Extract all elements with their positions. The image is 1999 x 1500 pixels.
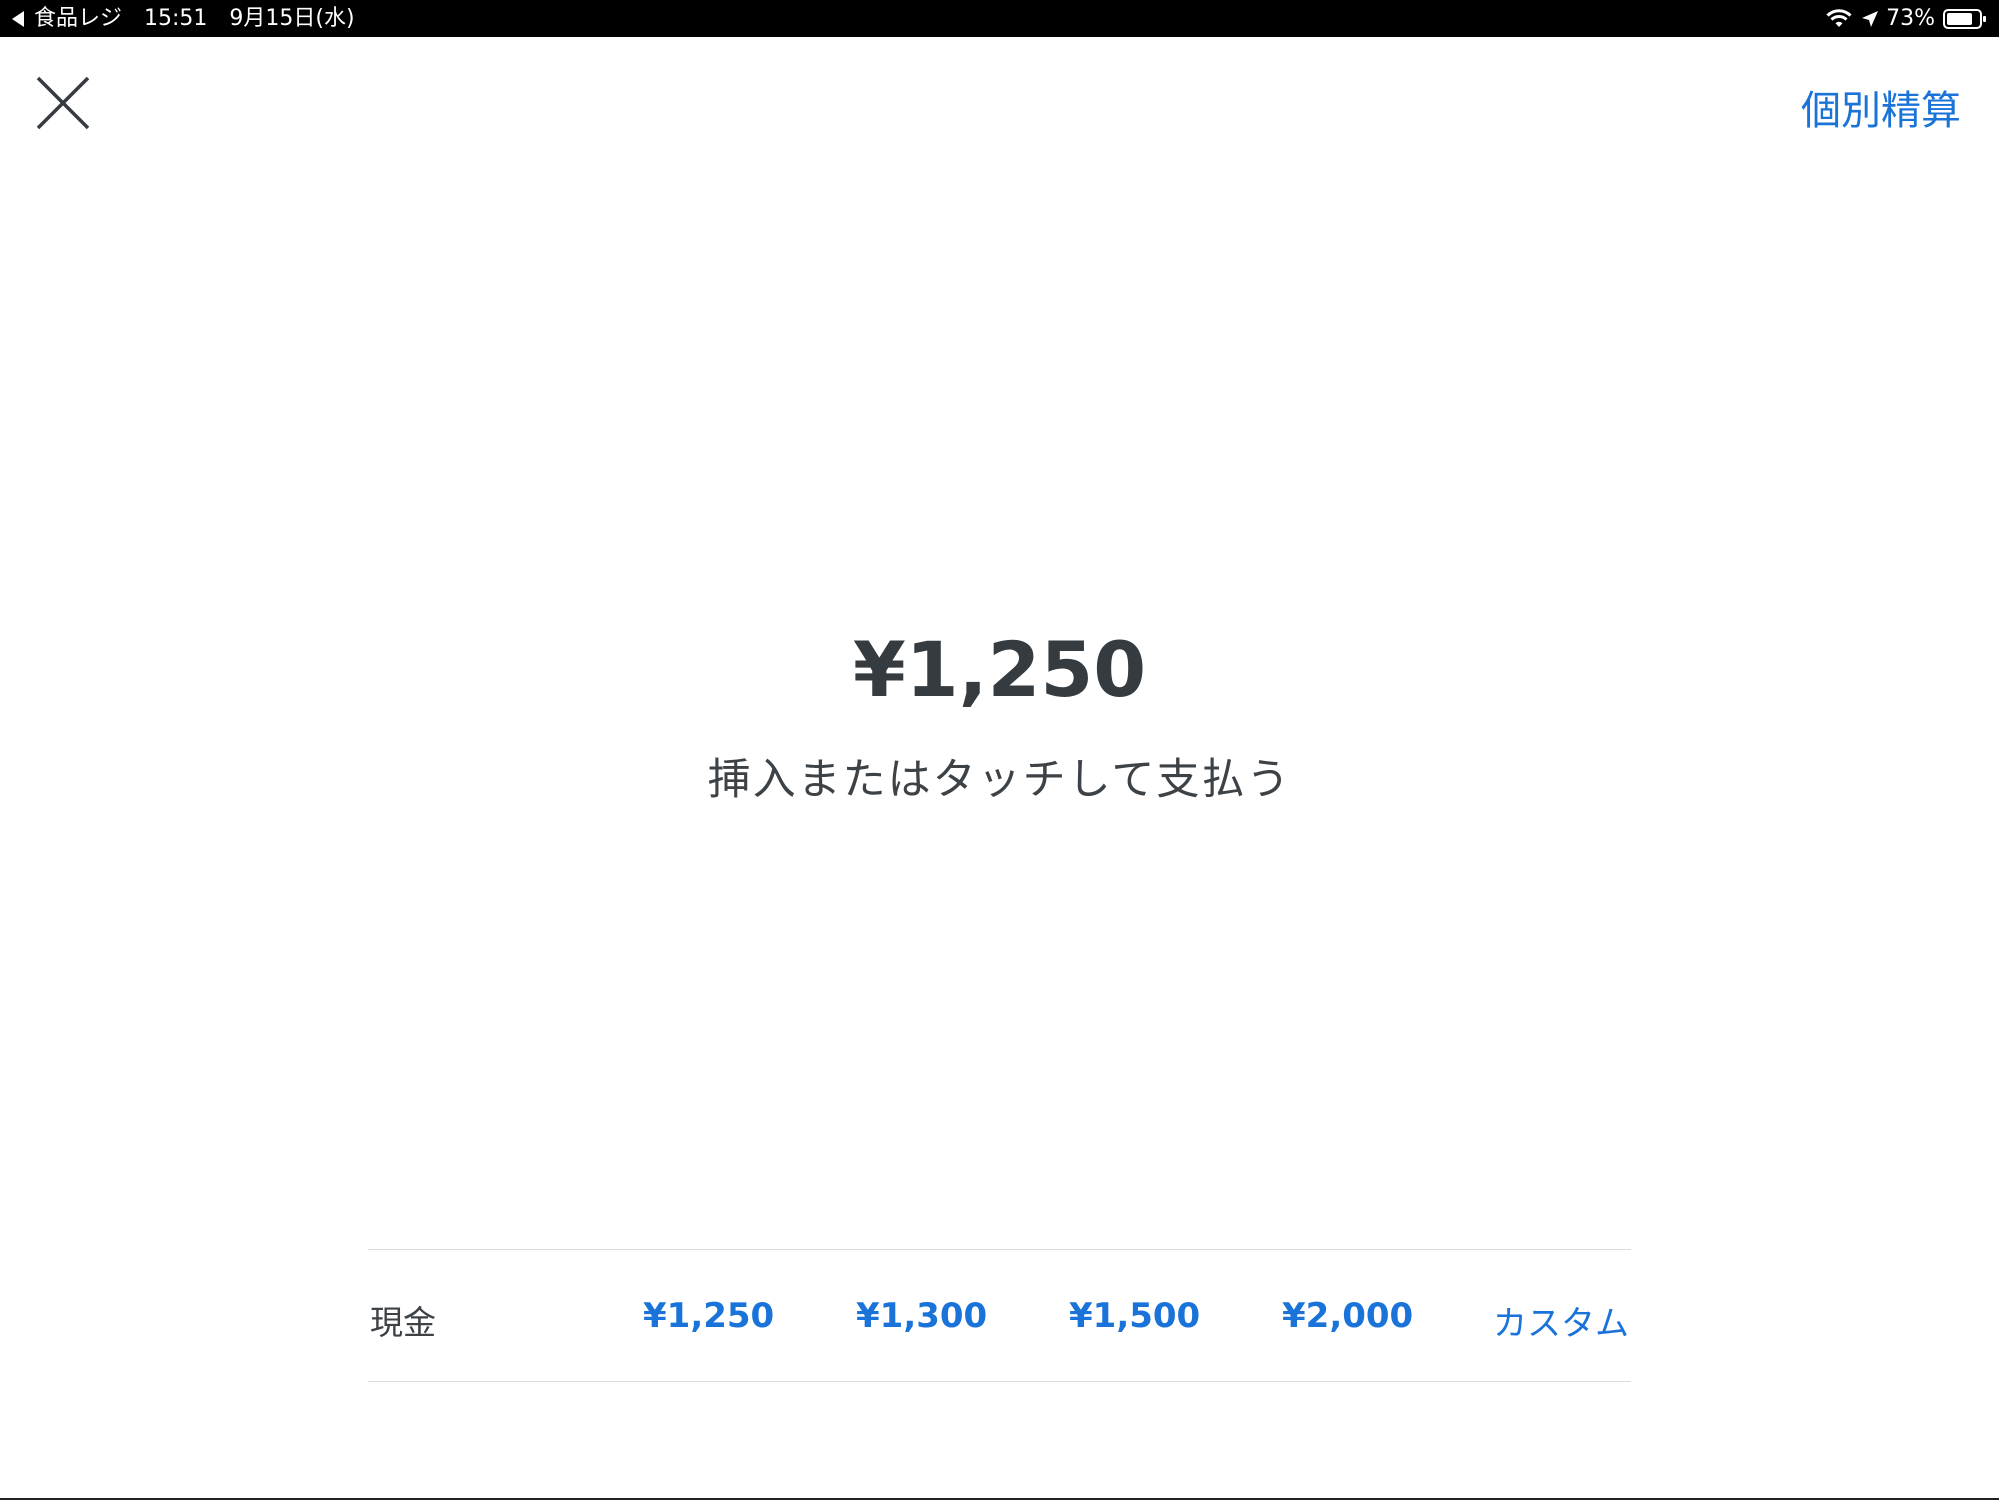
payment-screen: 食品レジ 15:51 9月15日(水) 73% 個別精算 ¥1,250 挿入また… <box>0 0 1999 1500</box>
cash-option-4[interactable]: ¥2,000 <box>1282 1296 1413 1336</box>
total-amount: ¥1,250 <box>852 625 1147 714</box>
status-left: 食品レジ 15:51 9月15日(水) <box>12 0 355 37</box>
location-arrow-icon <box>1860 9 1880 29</box>
split-payment-button[interactable]: 個別精算 <box>1801 78 1961 136</box>
status-time: 15:51 <box>144 6 208 31</box>
wifi-icon <box>1826 8 1852 29</box>
cash-option-1[interactable]: ¥1,250 <box>643 1296 774 1336</box>
back-arrow-icon[interactable] <box>12 10 24 27</box>
status-date: 9月15日(水) <box>229 6 355 31</box>
status-back-app[interactable]: 食品レジ <box>34 0 122 37</box>
cash-custom-button[interactable]: カスタム <box>1493 1296 1629 1345</box>
cash-option-2[interactable]: ¥1,300 <box>856 1296 987 1336</box>
cash-label: 現金 <box>370 1303 436 1342</box>
status-right: 73% <box>1826 0 1987 37</box>
close-icon <box>36 76 90 130</box>
status-bar: 食品レジ 15:51 9月15日(水) 73% <box>0 0 1999 37</box>
cash-options-row: 現金 ¥1,250 ¥1,300 ¥1,500 ¥2,000 カスタム <box>368 1249 1631 1382</box>
cash-option-3[interactable]: ¥1,500 <box>1069 1296 1200 1336</box>
battery-percent: 73% <box>1886 6 1935 31</box>
battery-icon <box>1943 8 1987 30</box>
payment-prompt: 挿入またはタッチして支払う <box>707 755 1292 805</box>
close-button[interactable] <box>30 70 96 136</box>
